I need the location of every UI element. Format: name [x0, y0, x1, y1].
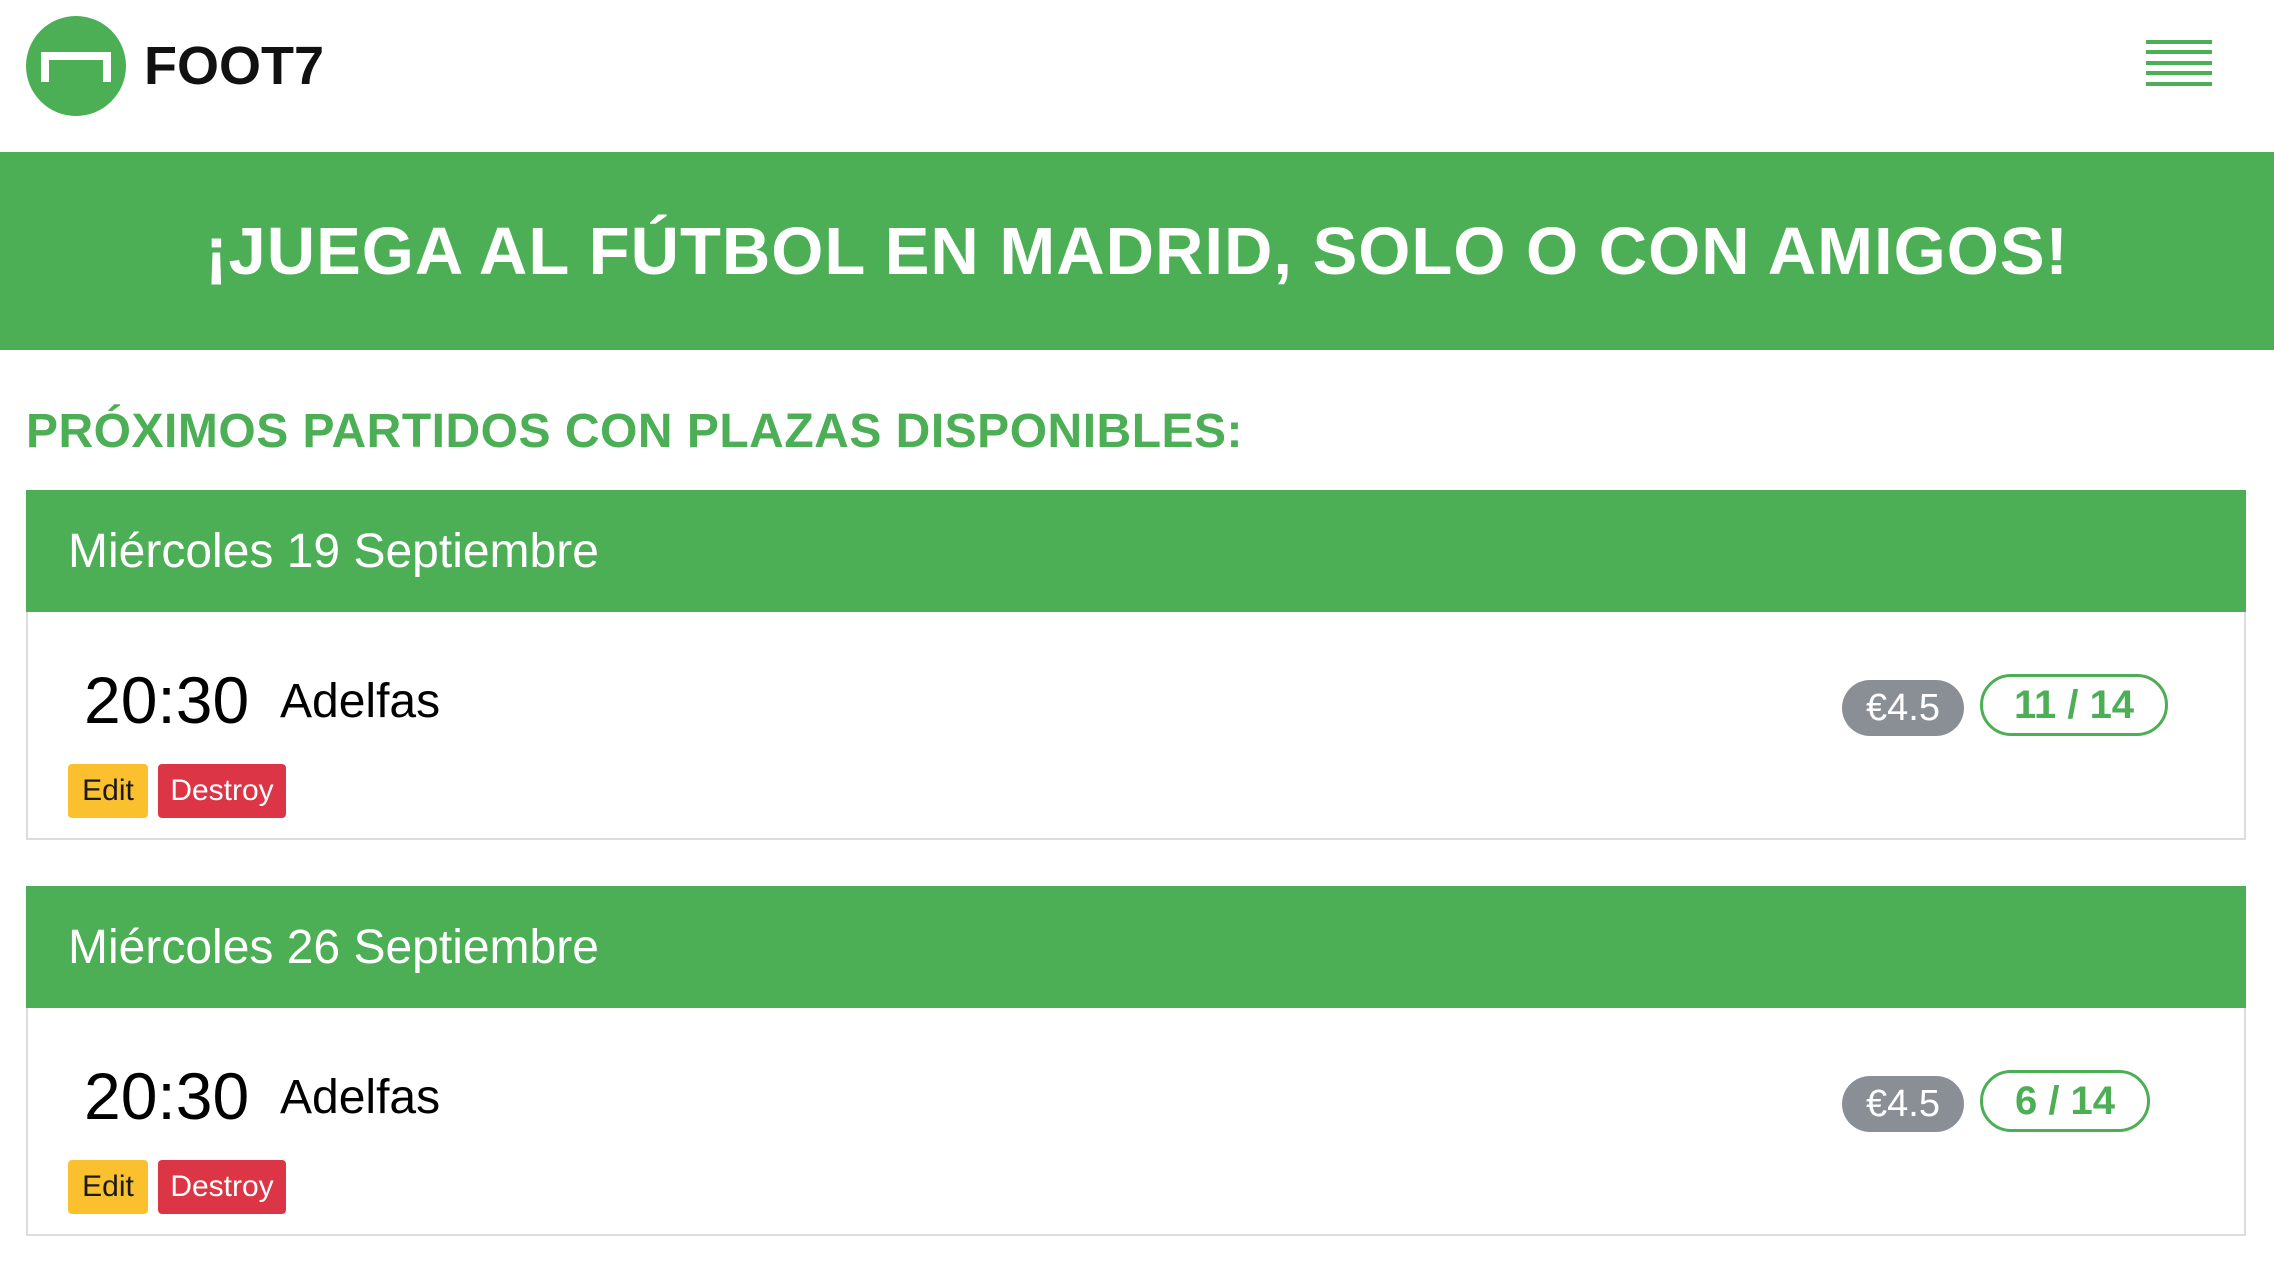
- match-date-header: Miércoles 26 Septiembre: [26, 886, 2246, 1008]
- match-date-header: Miércoles 19 Septiembre: [26, 490, 2246, 612]
- match-time: 20:30: [84, 1059, 250, 1133]
- section-heading: PRÓXIMOS PARTIDOS CON PLAZAS DISPONIBLES…: [26, 405, 1244, 458]
- match-venue: Adelfas: [280, 1071, 441, 1124]
- slots-badge: 6 / 14: [1980, 1070, 2150, 1132]
- price-badge: €4.5: [1842, 1076, 1964, 1132]
- destroy-button[interactable]: Destroy: [158, 1160, 286, 1214]
- edit-button[interactable]: Edit: [68, 764, 148, 818]
- hero-title: ¡JUEGA AL FÚTBOL EN MADRID, SOLO O CON A…: [205, 213, 2069, 289]
- match-card: Miércoles 19 Septiembre 20:30 Adelfas Ed…: [26, 490, 2246, 840]
- match-time: 20:30: [84, 663, 250, 737]
- brand-logo-link[interactable]: FOOT7: [26, 16, 324, 116]
- destroy-button[interactable]: Destroy: [158, 764, 286, 818]
- goal-icon: [26, 16, 126, 116]
- match-body: 20:30 Adelfas Edit Destroy €4.5 6 / 14: [28, 1008, 2244, 1234]
- price-badge: €4.5: [1842, 680, 1964, 736]
- hero-banner: ¡JUEGA AL FÚTBOL EN MADRID, SOLO O CON A…: [0, 152, 2274, 350]
- match-card: Miércoles 26 Septiembre 20:30 Adelfas Ed…: [26, 886, 2246, 1236]
- slots-badge: 11 / 14: [1980, 674, 2168, 736]
- match-body: 20:30 Adelfas Edit Destroy €4.5 11 / 14: [28, 612, 2244, 838]
- match-date: Miércoles 19 Septiembre: [68, 524, 599, 578]
- brand-name: FOOT7: [144, 36, 325, 96]
- hamburger-menu-icon[interactable]: [2146, 40, 2212, 86]
- edit-button[interactable]: Edit: [68, 1160, 148, 1214]
- top-navbar: FOOT7: [0, 0, 2274, 152]
- match-venue: Adelfas: [280, 675, 441, 728]
- match-date: Miércoles 26 Septiembre: [68, 920, 599, 974]
